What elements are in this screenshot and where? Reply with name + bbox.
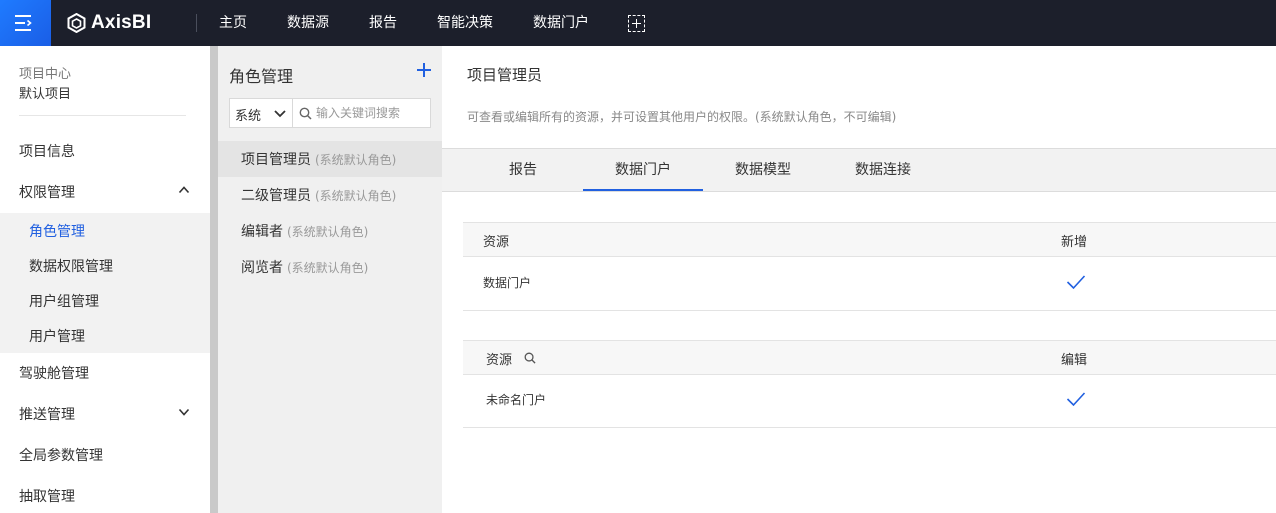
- role-detail-panel: 项目管理员 可查看或编辑所有的资源，并可设置其他用户的权限。(系统默认角色，不可…: [442, 46, 1276, 513]
- role-name: 项目管理员: [241, 152, 311, 168]
- sidebar-item-label: 驾驶舱管理: [19, 366, 89, 382]
- roles-panel-title: 角色管理: [229, 67, 294, 86]
- sidebar-item-extract[interactable]: 抽取管理: [0, 478, 210, 513]
- sidebar-item-label: 全局参数管理: [19, 448, 103, 464]
- column-header-edit: 编辑: [1061, 353, 1088, 368]
- app-logo[interactable]: AxisBI: [67, 11, 151, 35]
- sidebar-item-label: 角色管理: [29, 224, 85, 240]
- sidebar-item-permission[interactable]: 权限管理: [0, 174, 210, 209]
- column-header-resource: 资源: [483, 235, 510, 250]
- resource-name: 数据门户: [483, 276, 532, 290]
- nav-smart-decision[interactable]: 智能决策: [437, 13, 493, 33]
- role-item[interactable]: 阅览者 (系统默认角色): [218, 249, 442, 285]
- sidebar-item-user-group[interactable]: 用户组管理: [0, 283, 210, 318]
- role-tag: (系统默认角色): [287, 225, 369, 239]
- add-role-icon[interactable]: [416, 62, 432, 78]
- nav-report[interactable]: 报告: [369, 13, 397, 33]
- role-name: 编辑者: [241, 224, 283, 240]
- search-icon: [299, 107, 312, 120]
- resource-tabs: 报告 数据门户 数据模型 数据连接: [442, 148, 1276, 192]
- app-name: AxisBI: [91, 12, 152, 33]
- tab-data-portal[interactable]: 数据门户: [583, 149, 703, 191]
- tab-data-model[interactable]: 数据模型: [703, 149, 823, 191]
- check-icon[interactable]: [1066, 274, 1086, 290]
- table-row: 未命名门户: [463, 375, 1276, 428]
- column-header-create: 新增: [1061, 235, 1088, 250]
- axisbi-logo-icon: [67, 13, 86, 33]
- tab-report[interactable]: 报告: [463, 149, 583, 191]
- sidebar-item-label: 用户管理: [29, 329, 85, 345]
- chevron-down-icon: [178, 408, 190, 416]
- role-name: 阅览者: [241, 260, 283, 276]
- role-item[interactable]: 编辑者 (系统默认角色): [218, 213, 442, 249]
- role-detail-title: 项目管理员: [467, 66, 543, 84]
- sidebar-scrollbar[interactable]: [210, 46, 218, 513]
- sidebar-item-push[interactable]: 推送管理: [0, 396, 210, 431]
- role-search-box: [293, 98, 431, 128]
- role-item[interactable]: 二级管理员 (系统默认角色): [218, 177, 442, 213]
- roles-panel: 角色管理 系统 项目管理员 (系统默认角色) 二级管理员 (系统默认角色) 编辑者 (…: [218, 46, 442, 513]
- permission-submenu: 角色管理 数据权限管理 用户组管理 用户管理: [0, 213, 210, 353]
- sidebar-item-label: 权限管理: [19, 185, 75, 201]
- add-page-icon[interactable]: [628, 15, 645, 32]
- sidebar-item-cockpit[interactable]: 驾驶舱管理: [0, 355, 210, 390]
- sidebar-item-label: 推送管理: [19, 407, 75, 423]
- sidebar-item-role-management[interactable]: 角色管理: [0, 213, 210, 248]
- sidebar-item-label: 数据权限管理: [29, 259, 113, 275]
- top-navigation-bar: AxisBI 主页 数据源 报告 智能决策 数据门户: [0, 0, 1276, 46]
- role-name: 二级管理员: [241, 188, 311, 204]
- nav-data-portal[interactable]: 数据门户: [533, 13, 589, 33]
- sidebar-item-label: 用户组管理: [29, 294, 99, 310]
- nav-home[interactable]: 主页: [219, 13, 247, 33]
- sidebar-item-project-info[interactable]: 项目信息: [0, 133, 210, 168]
- left-sidebar: 项目中心 默认项目 项目信息 权限管理 角色管理 数据权限管理 用户组管理 用户…: [0, 46, 210, 513]
- role-tag: (系统默认角色): [315, 189, 397, 203]
- table-row: 数据门户: [463, 257, 1276, 311]
- role-type-select[interactable]: 系统: [229, 98, 293, 128]
- column-header-resource: 资源: [486, 353, 513, 368]
- resource-name: 未命名门户: [486, 393, 547, 407]
- current-project[interactable]: 默认项目: [19, 83, 71, 102]
- hamburger-menu-button[interactable]: [0, 0, 51, 46]
- role-item[interactable]: 项目管理员 (系统默认角色): [218, 141, 442, 177]
- project-center-label: 项目中心: [19, 67, 72, 82]
- table-header: 资源 编辑: [463, 340, 1276, 375]
- role-tag: (系统默认角色): [287, 261, 369, 275]
- tab-data-connection[interactable]: 数据连接: [823, 149, 943, 191]
- sidebar-item-label: 项目信息: [19, 144, 75, 160]
- role-tag: (系统默认角色): [315, 153, 397, 167]
- menu-icon: [15, 15, 32, 31]
- search-icon[interactable]: [524, 352, 536, 364]
- chevron-up-icon: [178, 186, 190, 194]
- sidebar-item-data-permission[interactable]: 数据权限管理: [0, 248, 210, 283]
- sidebar-item-global-params[interactable]: 全局参数管理: [0, 437, 210, 472]
- chevron-down-icon: [274, 110, 286, 118]
- role-description: 可查看或编辑所有的资源，并可设置其他用户的权限。(系统默认角色，不可编辑): [467, 110, 897, 124]
- table-header: 资源 新增: [463, 222, 1276, 257]
- role-search-input[interactable]: [316, 104, 426, 122]
- nav-divider: [196, 14, 197, 32]
- role-type-value: 系统: [235, 109, 262, 124]
- check-icon[interactable]: [1066, 391, 1086, 407]
- sidebar-item-label: 抽取管理: [19, 489, 75, 505]
- nav-datasource[interactable]: 数据源: [287, 13, 329, 33]
- sidebar-item-user-management[interactable]: 用户管理: [0, 318, 210, 353]
- sidebar-divider: [19, 115, 186, 116]
